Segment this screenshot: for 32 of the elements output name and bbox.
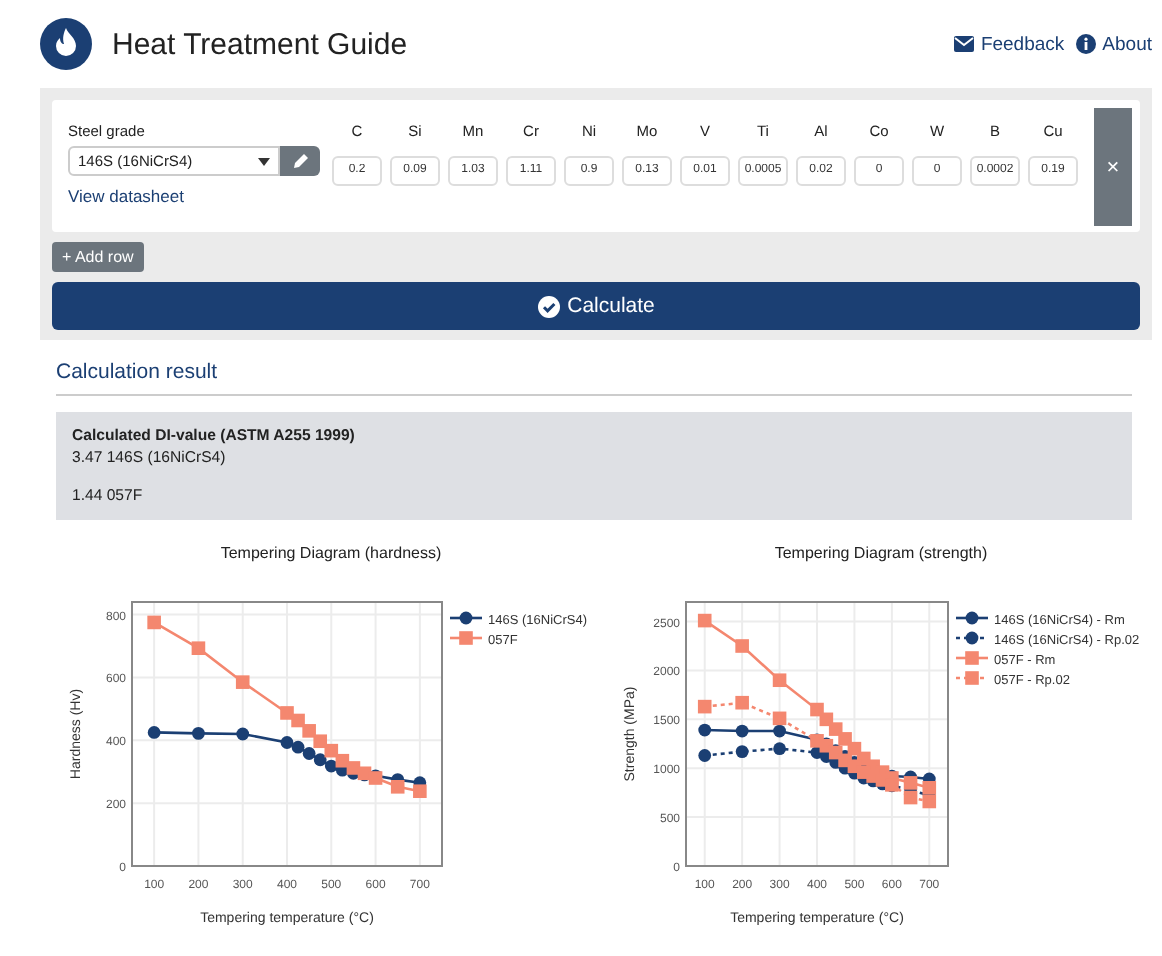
data-point [191,641,206,655]
data-point [735,745,749,758]
add-row-button[interactable]: + Add row [52,242,144,272]
edit-button[interactable] [280,146,320,176]
calculate-button[interactable]: Calculate [52,282,1140,330]
app-title: Heat Treatment Guide [112,27,408,61]
check-circle-icon [537,295,560,317]
data-point [697,613,712,628]
chart-title: Tempering Diagram (strength) [774,544,988,562]
data-point [772,673,787,687]
data-point [192,726,205,740]
datasheet-link[interactable]: View datasheet [68,186,320,206]
data-point [698,749,712,762]
data-point [698,723,712,737]
data-point [773,742,786,756]
envelope-icon [954,36,975,52]
data-point [236,727,250,741]
chart-title: Tempering Diagram (hardness) [220,544,442,562]
data-point [735,724,749,738]
pencil-icon [291,152,309,170]
data-point [735,695,749,710]
data-point [147,726,161,739]
info-icon [1076,34,1097,54]
section-heading: Calculation result [56,348,1132,396]
header-link[interactable]: Feedback [954,33,1065,55]
caret-icon [258,157,270,165]
data-point [697,699,712,714]
data-point [735,639,749,653]
header-link[interactable]: About [1076,33,1152,55]
remove-button[interactable]: × [1094,108,1132,226]
flame-logo-icon [40,18,92,70]
data-point [235,675,250,689]
